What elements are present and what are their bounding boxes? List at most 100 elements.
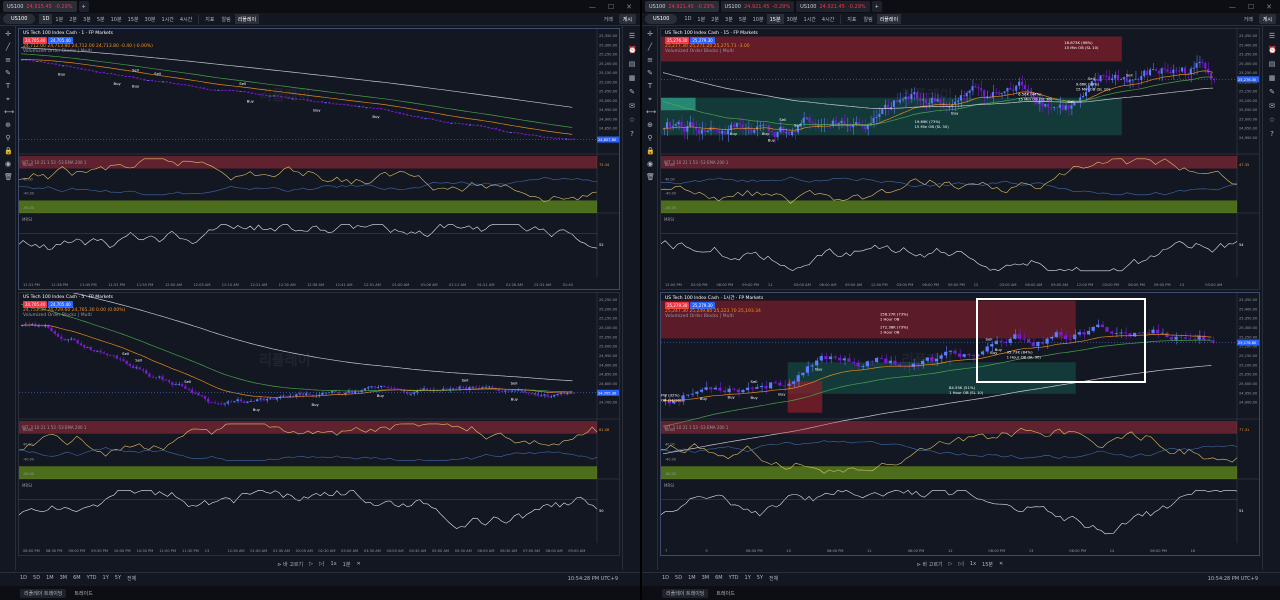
ideas-icon[interactable]: ☆ — [628, 116, 636, 124]
timeframe-4[interactable]: 5분 — [736, 14, 750, 24]
alert-button[interactable]: 알림 — [219, 14, 234, 24]
sell-price-box[interactable]: 25,279.30 — [665, 302, 690, 309]
wt-indicator-label[interactable]: WT_3 10 21 1 53 -53 EMA 200 1 — [664, 425, 728, 430]
news-icon[interactable]: ▤ — [1268, 60, 1276, 68]
indicator-button[interactable]: 지표 — [202, 14, 217, 24]
chart-title[interactable]: US Tech 100 Index Cash · 1 · FP Markets — [23, 31, 153, 36]
eye-icon[interactable]: ◉ — [646, 160, 654, 168]
calendar-icon[interactable]: ▦ — [1268, 74, 1276, 82]
calendar-icon[interactable]: ▦ — [628, 74, 636, 82]
range-2[interactable]: 1M — [46, 575, 54, 582]
lock-icon[interactable]: 🔒 — [4, 147, 13, 155]
crosshair-icon[interactable]: ✛ — [646, 30, 654, 38]
buy-price-box[interactable]: 25,279.30 — [690, 302, 715, 309]
chart-pane-1hour[interactable]: Buy Buy Buy Buy Sell Buy Buy Sell Buy 158.27K (73… — [660, 292, 1260, 556]
indicator-button[interactable]: 지표 — [844, 14, 859, 24]
buy-price-box[interactable]: 24,705.40 — [48, 37, 73, 44]
goto-bar-button[interactable]: ⊳ 바 고르기 — [277, 561, 303, 568]
timeframe-6[interactable]: 15분 — [125, 14, 142, 24]
fib-icon[interactable]: ≡ — [646, 56, 654, 64]
lock-icon[interactable]: 🔒 — [646, 147, 655, 155]
alerts-icon[interactable]: ⏰ — [1268, 46, 1277, 54]
close-replay-icon[interactable]: ✕ — [356, 561, 360, 567]
ruler-icon[interactable]: ⟷ — [4, 108, 14, 116]
pattern-icon[interactable]: ⌖ — [4, 95, 12, 103]
watchlist-icon[interactable]: ☰ — [1268, 32, 1276, 40]
notes-icon[interactable]: ✎ — [628, 88, 636, 96]
chart-pane-5min[interactable]: Buy Sell Sell Buy Buy Sell Sell Sell Buy 25,250.0… — [18, 292, 620, 556]
brush-icon[interactable]: ✎ — [646, 69, 654, 77]
crosshair-icon[interactable]: ✛ — [4, 30, 12, 38]
range-8[interactable]: 전체 — [769, 575, 778, 582]
timeframe-6[interactable]: 15분 — [766, 14, 784, 24]
help-icon[interactable]: ? — [628, 130, 636, 138]
range-8[interactable]: 전체 — [127, 575, 136, 582]
zoom-icon[interactable]: ⊕ — [646, 121, 654, 129]
range-1[interactable]: 5D — [675, 575, 682, 582]
indicator-label[interactable]: Volumized Order Blocks | Multi — [23, 313, 125, 318]
goto-bar-button[interactable]: ⊳ 바 고르기 — [917, 561, 943, 568]
footer-trade[interactable]: 트레이드 — [74, 590, 92, 597]
ideas-icon[interactable]: ☆ — [1268, 116, 1276, 124]
range-3[interactable]: 3M — [60, 575, 68, 582]
indicator-label[interactable]: Volumized Order Blocks | Multi — [665, 314, 763, 319]
speed-select[interactable]: 1x — [970, 561, 976, 567]
timeframe-2[interactable]: 2분 — [708, 14, 722, 24]
timeframe-3[interactable]: 3분 — [722, 14, 736, 24]
chart-canvas[interactable]: Buy Buy Buy Buy Sell Sell Buy Sell Buy 25,350.00 2… — [19, 29, 619, 289]
replay-button[interactable]: 리플레이 — [876, 14, 902, 24]
trash-icon[interactable]: 🗑 — [4, 173, 13, 181]
chart-title[interactable]: US Tech 100 Index Cash · 5 · FP Markets — [23, 295, 125, 300]
chart-canvas[interactable]: BuySellSellSellBuySellBuyBuySell18.873K … — [661, 29, 1259, 289]
trade-button[interactable]: 거래 — [601, 14, 616, 24]
minimize-icon[interactable]: — — [589, 3, 596, 11]
new-tab-button[interactable]: + — [871, 1, 882, 12]
alert-button[interactable]: 알림 — [861, 14, 876, 24]
range-7[interactable]: 5Y — [757, 575, 763, 582]
range-7[interactable]: 5Y — [115, 575, 121, 582]
alerts-icon[interactable]: ⏰ — [628, 46, 637, 54]
timeframe-5[interactable]: 10분 — [750, 14, 767, 24]
brush-icon[interactable]: ✎ — [4, 69, 12, 77]
eye-icon[interactable]: ◉ — [4, 160, 12, 168]
timeframe-5[interactable]: 10분 — [108, 14, 125, 24]
timeframe-2[interactable]: 2분 — [66, 14, 80, 24]
minimize-icon[interactable]: — — [1229, 3, 1236, 11]
footer-trade[interactable]: 트레이드 — [716, 590, 734, 597]
replay-button[interactable]: 리플레이 — [234, 14, 260, 24]
timeframe-8[interactable]: 1시간 — [801, 14, 819, 24]
right-tab-1[interactable]: US100 24,921.45 -0.29% — [720, 1, 795, 12]
range-0[interactable]: 1D — [20, 575, 27, 582]
chart-pane-1min[interactable]: Buy Buy Buy Buy Sell Sell Buy Sell Buy 25,350.00 2… — [18, 28, 620, 290]
mrsi-indicator-label[interactable]: MRSI — [22, 217, 32, 222]
right-tab-2[interactable]: US100 24,921.45 -0.29% — [796, 1, 870, 12]
footer-replay-trading[interactable]: 리플레이 트레이딩 — [662, 588, 709, 598]
range-4[interactable]: 6M — [715, 575, 723, 582]
range-2[interactable]: 1M — [688, 575, 696, 582]
chart-canvas[interactable]: Buy Sell Sell Buy Buy Sell Sell Sell Buy 25,250.0… — [19, 293, 619, 555]
range-5[interactable]: YTD — [729, 575, 739, 582]
range-6[interactable]: 1Y — [103, 575, 109, 582]
chat-icon[interactable]: ✉ — [628, 102, 636, 110]
timeframe-3[interactable]: 3분 — [80, 14, 94, 24]
mrsi-indicator-label[interactable]: MRSI — [22, 483, 32, 488]
chart-pane-15min[interactable]: Buy Sell Sell Sell Buy Sell Buy Buy Sell 18.873K … — [660, 28, 1260, 290]
timeframe-9[interactable]: 4시간 — [819, 14, 837, 24]
publish-button[interactable]: 게시 — [1258, 14, 1276, 24]
play-icon[interactable]: ▷ — [949, 561, 953, 567]
footer-replay-trading[interactable]: 리플레이 트레이딩 — [20, 588, 67, 598]
wt-indicator-label[interactable]: WT_3 10 21 1 53 -53 EMA 200 1 — [22, 425, 86, 430]
range-0[interactable]: 1D — [662, 575, 669, 582]
range-1[interactable]: 5D — [33, 575, 40, 582]
sell-price-box[interactable]: 24,705.40 — [23, 301, 48, 308]
range-3[interactable]: 3M — [702, 575, 710, 582]
new-tab-button[interactable]: + — [78, 1, 89, 12]
trendline-icon[interactable]: ╱ — [4, 43, 12, 51]
zoom-icon[interactable]: ⊕ — [4, 121, 12, 129]
buy-price-box[interactable]: 24,705.40 — [48, 301, 73, 308]
trendline-icon[interactable]: ╱ — [646, 43, 654, 51]
timeframe-1[interactable]: 1분 — [52, 14, 66, 24]
text-icon[interactable]: T — [646, 82, 654, 90]
magnet-icon[interactable]: ⚲ — [4, 134, 12, 142]
maximize-icon[interactable]: ☐ — [608, 3, 614, 11]
